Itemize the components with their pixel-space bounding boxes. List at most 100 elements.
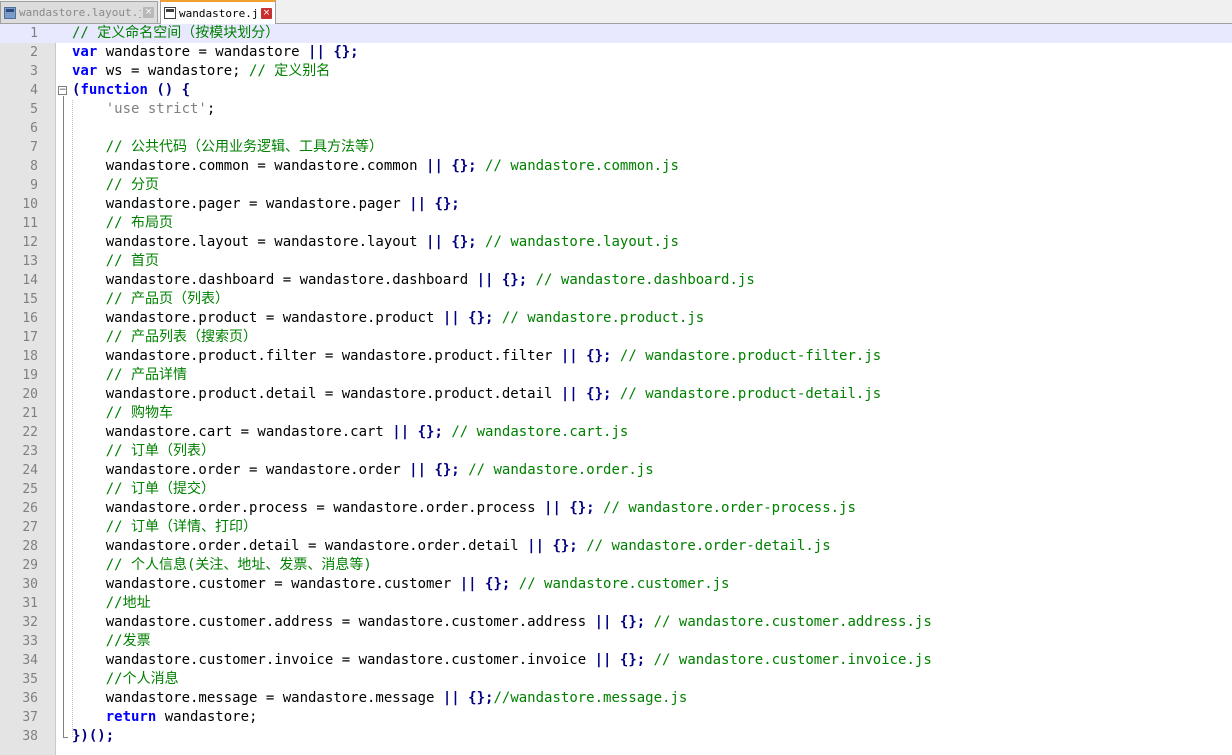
code-token: ||: [594, 614, 612, 630]
code-text: // 产品详情: [72, 366, 187, 385]
code-token: {};: [417, 424, 443, 440]
code-line[interactable]: 2 var wandastore = wandastore || {};: [0, 43, 1232, 62]
code-line[interactable]: 20 wandastore.product.detail = wandastor…: [0, 385, 1232, 404]
code-line[interactable]: 31 //地址: [0, 594, 1232, 613]
close-icon[interactable]: ×: [143, 7, 154, 18]
code-token: wandastore.product = wandastore.product: [72, 310, 443, 326]
code-line[interactable]: 30 wandastore.customer = wandastore.cust…: [0, 575, 1232, 594]
code-line[interactable]: 33 //发票: [0, 632, 1232, 651]
code-text: wandastore.dashboard = wandastore.dashbo…: [72, 271, 755, 290]
code-token: //个人消息: [105, 671, 179, 687]
tab-wandastore-js[interactable]: wandastore.js ×: [160, 0, 276, 24]
code-line[interactable]: 14 wandastore.dashboard = wandastore.das…: [0, 271, 1232, 290]
code-line[interactable]: 28 wandastore.order.detail = wandastore.…: [0, 537, 1232, 556]
code-text: // 公共代码（公用业务逻辑、工具方法等）: [72, 138, 383, 157]
code-token: ws = wandastore;: [97, 63, 250, 79]
line-number: 29: [22, 558, 38, 573]
line-number: 17: [22, 330, 38, 345]
code-token: wandastore.cart = wandastore.cart: [72, 424, 393, 440]
line-number: 5: [30, 102, 38, 117]
code-text: wandastore.product = wandastore.product …: [72, 309, 705, 328]
line-number: 34: [22, 653, 38, 668]
fold-end-marker: [63, 737, 68, 738]
code-line[interactable]: 22 wandastore.cart = wandastore.cart || …: [0, 423, 1232, 442]
code-token: wandastore = wandastore: [97, 44, 309, 60]
js-file-icon: [4, 6, 16, 19]
code-token: {};: [333, 44, 359, 60]
code-line[interactable]: 18 wandastore.product.filter = wandastor…: [0, 347, 1232, 366]
code-text: // 布局页: [72, 214, 173, 233]
code-line[interactable]: 13 // 首页: [0, 252, 1232, 271]
code-line[interactable]: 3 var ws = wandastore; // 定义别名: [0, 62, 1232, 81]
code-text: // 分页: [72, 176, 159, 195]
code-text: // 产品列表（搜索页）: [72, 328, 257, 347]
line-number: 22: [22, 425, 38, 440]
fold-collapse-icon[interactable]: −: [58, 86, 67, 95]
code-line[interactable]: 15 // 产品页（列表）: [0, 290, 1232, 309]
code-token: {};: [451, 234, 477, 250]
tab-wandastore-layout-js[interactable]: wandastore.layout.js ×: [0, 1, 158, 23]
code-line[interactable]: 36 wandastore.message = wandastore.messa…: [0, 689, 1232, 708]
line-number: 14: [22, 273, 38, 288]
code-line[interactable]: 8 wandastore.common = wandastore.common …: [0, 157, 1232, 176]
close-icon[interactable]: ×: [261, 7, 272, 19]
code-token: {};: [619, 652, 646, 668]
code-line[interactable]: 27 // 订单（详情、打印）: [0, 518, 1232, 537]
code-line[interactable]: 38})();: [0, 727, 1232, 746]
code-line[interactable]: 17 // 产品列表（搜索页）: [0, 328, 1232, 347]
line-number: 27: [22, 520, 38, 535]
code-line[interactable]: 34 wandastore.customer.invoice = wandast…: [0, 651, 1232, 670]
code-line[interactable]: 26 wandastore.order.process = wandastore…: [0, 499, 1232, 518]
line-number: 15: [22, 292, 38, 307]
code-line[interactable]: 10 wandastore.pager = wandastore.pager |…: [0, 195, 1232, 214]
code-line[interactable]: 29 // 个人信息(关注、地址、发票、消息等): [0, 556, 1232, 575]
code-text: // 订单（列表）: [72, 442, 215, 461]
code-line[interactable]: 16 wandastore.product = wandastore.produ…: [0, 309, 1232, 328]
code-token: // wandastore.product.js: [501, 310, 705, 326]
code-token: // 首页: [105, 253, 160, 269]
code-token: //发票: [105, 633, 151, 649]
code-line[interactable]: 11 // 布局页: [0, 214, 1232, 233]
code-line[interactable]: 23 // 订单（列表）: [0, 442, 1232, 461]
code-line[interactable]: 19 // 产品详情: [0, 366, 1232, 385]
code-line[interactable]: 9 // 分页: [0, 176, 1232, 195]
code-token: wandastore.customer.address = wandastore…: [72, 614, 595, 630]
code-text: wandastore.common = wandastore.common ||…: [72, 157, 679, 176]
code-text: wandastore.order = wandastore.order || {…: [72, 461, 654, 480]
code-line[interactable]: 25 // 订单（提交）: [0, 480, 1232, 499]
code-line[interactable]: 32 wandastore.customer.address = wandast…: [0, 613, 1232, 632]
line-number: 11: [22, 216, 38, 231]
code-text: wandastore.pager = wandastore.pager || {…: [72, 195, 460, 214]
code-token: wandastore.dashboard = wandastore.dashbo…: [72, 272, 477, 288]
code-line[interactable]: 24 wandastore.order = wandastore.order |…: [0, 461, 1232, 480]
line-number: 23: [22, 444, 38, 459]
code-text: // 购物车: [72, 404, 173, 423]
code-line[interactable]: 6: [0, 119, 1232, 138]
code-line[interactable]: 7 // 公共代码（公用业务逻辑、工具方法等）: [0, 138, 1232, 157]
code-text: wandastore.customer.address = wandastore…: [72, 613, 932, 632]
code-token: wandastore.customer = wandastore.custome…: [72, 576, 460, 592]
code-line[interactable]: 1 // 定义命名空间（按模块划分）: [0, 24, 1232, 43]
code-line[interactable]: 37 return wandastore;: [0, 708, 1232, 727]
code-text: wandastore.customer = wandastore.custome…: [72, 575, 730, 594]
code-token: wandastore.message = wandastore.message: [72, 690, 443, 706]
line-number: 20: [22, 387, 38, 402]
code-text: // 定义命名空间（按模块划分）: [72, 24, 279, 43]
code-line[interactable]: 5 'use strict';: [0, 100, 1232, 119]
code-line[interactable]: 12 wandastore.layout = wandastore.layout…: [0, 233, 1232, 252]
code-line[interactable]: 4 (function () {: [0, 81, 1232, 100]
code-token: ||: [308, 44, 325, 60]
code-line[interactable]: 21 // 购物车: [0, 404, 1232, 423]
code-editor[interactable]: 1 // 定义命名空间（按模块划分） 2 var wandastore = wanda…: [0, 24, 1232, 755]
code-token: // 购物车: [105, 405, 174, 421]
line-number: 26: [22, 501, 38, 516]
code-line[interactable]: 35 //个人消息: [0, 670, 1232, 689]
code-token: {};: [434, 196, 460, 212]
code-token: {};: [569, 500, 595, 516]
